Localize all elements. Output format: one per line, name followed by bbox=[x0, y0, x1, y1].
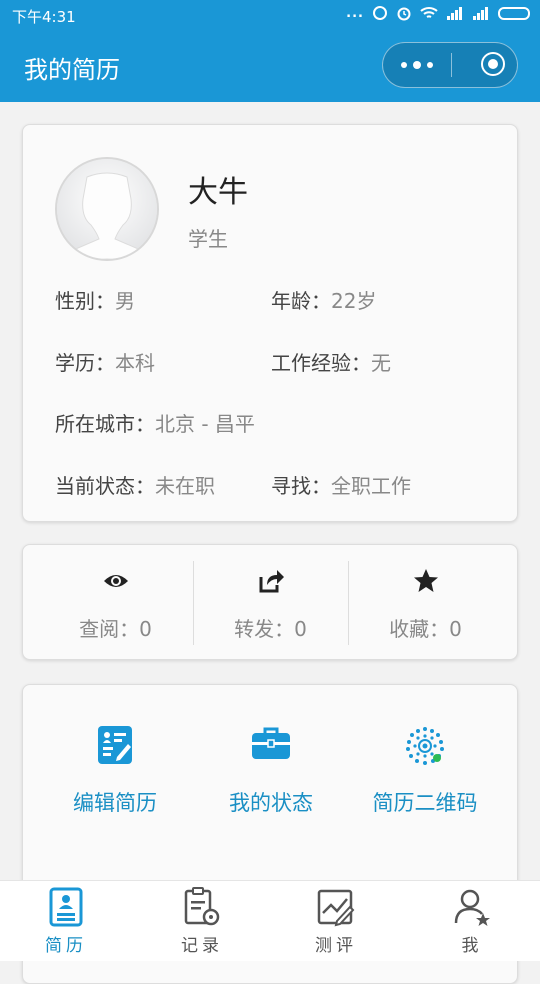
field-label: 工作经验： bbox=[271, 351, 371, 375]
favorites-label: 收藏：0 bbox=[389, 617, 462, 641]
favorites-stat[interactable]: 收藏：0 bbox=[348, 545, 503, 661]
briefcase-icon bbox=[191, 725, 351, 767]
field-label: 年龄： bbox=[271, 289, 331, 313]
field-label: 学历： bbox=[55, 351, 115, 375]
field-value: 未在职 bbox=[155, 474, 215, 498]
field-value: 本科 bbox=[115, 351, 155, 375]
sync-icon bbox=[373, 6, 387, 20]
share-icon bbox=[193, 567, 348, 595]
resume-qr-label: 简历二维码 bbox=[372, 791, 478, 815]
city-field: 所在城市：北京 - 昌平 bbox=[55, 408, 255, 437]
close-mini-program-button[interactable] bbox=[481, 52, 505, 76]
page-title: 我的简历 bbox=[24, 56, 120, 84]
seeking-field: 寻找：全职工作 bbox=[271, 470, 411, 499]
tab-records[interactable]: 记录 bbox=[152, 887, 252, 956]
views-label: 查阅：0 bbox=[79, 617, 152, 641]
tab-evaluate-label: 测评 bbox=[315, 936, 357, 956]
edit-resume-icon bbox=[35, 725, 195, 767]
field-label: 当前状态： bbox=[55, 474, 155, 498]
eye-icon bbox=[38, 567, 193, 595]
tab-me[interactable]: 我 bbox=[422, 887, 522, 956]
evaluate-icon bbox=[286, 887, 386, 927]
me-icon bbox=[422, 887, 522, 927]
tab-resume[interactable]: 简历 bbox=[16, 887, 116, 956]
field-label: 寻找： bbox=[271, 474, 331, 498]
age-field: 年龄：22岁 bbox=[271, 285, 376, 314]
tab-resume-label: 简历 bbox=[45, 936, 87, 956]
my-status-label: 我的状态 bbox=[229, 791, 313, 815]
field-value: 全职工作 bbox=[331, 474, 411, 498]
tab-bar: 简历 记录 测评 我 bbox=[0, 880, 540, 961]
status-icons: ... bbox=[346, 5, 530, 21]
capsule-divider bbox=[451, 53, 452, 77]
tab-evaluate[interactable]: 测评 bbox=[286, 887, 386, 956]
gender-field: 性别：男 bbox=[55, 285, 135, 314]
field-value: 北京 - 昌平 bbox=[155, 412, 255, 436]
battery-icon bbox=[498, 6, 530, 20]
shares-stat[interactable]: 转发：0 bbox=[193, 545, 348, 661]
profile-card: 大牛 学生 性别：男 年龄：22岁 学历：本科 工作经验：无 所在城市：北京 -… bbox=[22, 124, 518, 522]
status-time: 下午4:31 bbox=[12, 8, 76, 26]
more-dots-icon: ... bbox=[346, 5, 364, 21]
edit-resume-label: 编辑简历 bbox=[73, 791, 157, 815]
field-label: 性别： bbox=[55, 289, 115, 313]
status-bar: 下午4:31 ... bbox=[0, 0, 540, 30]
record-icon bbox=[152, 887, 252, 927]
shares-label: 转发：0 bbox=[234, 617, 307, 641]
field-value: 22岁 bbox=[331, 289, 377, 313]
star-icon bbox=[348, 567, 503, 595]
alarm-icon bbox=[397, 7, 411, 21]
user-role: 学生 bbox=[188, 227, 228, 251]
resume-icon bbox=[16, 887, 116, 927]
education-field: 学历：本科 bbox=[55, 347, 155, 376]
field-label: 所在城市： bbox=[55, 412, 155, 436]
resume-qr-button[interactable]: 简历二维码 bbox=[345, 725, 505, 817]
edit-resume-button[interactable]: 编辑简历 bbox=[35, 725, 195, 817]
field-value: 男 bbox=[115, 289, 135, 313]
signal-icon bbox=[447, 7, 462, 20]
tab-records-label: 记录 bbox=[181, 936, 223, 956]
tab-me-label: 我 bbox=[461, 936, 483, 956]
signal-2-icon bbox=[473, 7, 488, 20]
wifi-icon bbox=[420, 7, 438, 18]
navigation-bar: 我的简历 bbox=[0, 30, 540, 102]
avatar[interactable] bbox=[55, 157, 159, 261]
stats-card: 查阅：0 转发：0 收藏：0 bbox=[22, 544, 518, 660]
qr-code-icon bbox=[345, 725, 505, 767]
more-menu-button[interactable] bbox=[383, 43, 451, 87]
mini-program-capsule bbox=[382, 42, 518, 88]
views-stat[interactable]: 查阅：0 bbox=[38, 545, 193, 661]
field-value: 无 bbox=[371, 351, 391, 375]
user-name: 大牛 bbox=[188, 175, 248, 210]
experience-field: 工作经验：无 bbox=[271, 347, 391, 376]
my-status-button[interactable]: 我的状态 bbox=[191, 725, 351, 817]
current-status-field: 当前状态：未在职 bbox=[55, 470, 215, 499]
